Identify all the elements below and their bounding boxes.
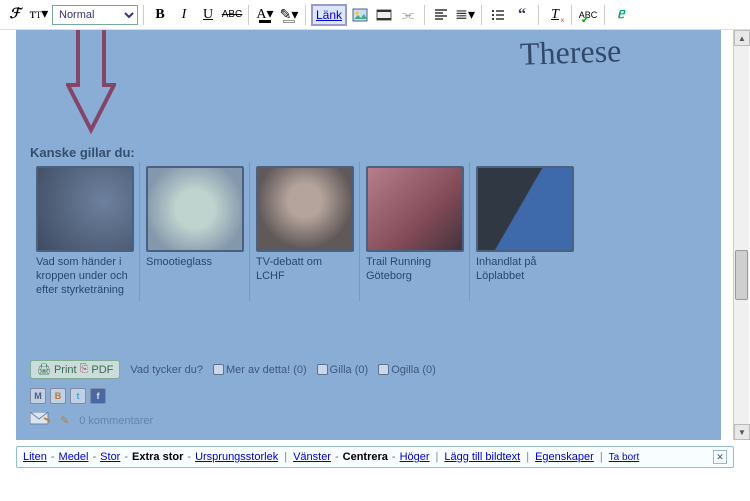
print-icon: 🖨 [37,363,51,376]
align-dropdown-icon[interactable]: ▾ [454,4,476,26]
signature-text: Therese [519,32,621,73]
print-pdf-button[interactable]: 🖨Print ⎘PDF [30,360,120,379]
bullet-list-icon[interactable] [487,4,509,26]
card-caption: Trail Running Göteborg [366,256,463,284]
editor-area[interactable]: Therese Kanske gillar du: Vad som händer… [0,30,738,440]
feedback-label: Vad tycker du? [130,364,203,376]
feedback-like-option[interactable]: Gilla (0) [317,364,369,376]
card-thumbnail [146,166,244,252]
card-caption: Inhandlat på Löplabbet [476,256,574,284]
recommendation-card[interactable]: Inhandlat på Löplabbet [470,162,580,301]
card-caption: Vad som händer i kroppen under och efter… [36,256,133,297]
editor-toolbar: ℱ тT▾ Normal B I U ABC A▾ ✎▾ Länk ⫘ ▾ “ … [0,0,750,30]
size-original-link[interactable]: Ursprungsstorlek [195,451,278,463]
size-medium-link[interactable]: Medel [59,451,89,463]
recommendations-row: Vad som händer i kroppen under och efter… [30,162,580,301]
facebook-share-icon[interactable]: f [90,388,106,404]
align-left-icon[interactable] [430,4,452,26]
close-icon[interactable]: ✕ [713,450,727,464]
card-thumbnail [256,166,354,252]
social-share-row: M B t f [30,388,106,404]
pdf-icon: ⎘ [80,363,89,376]
twitter-share-icon[interactable]: t [70,388,86,404]
checkbox-icon [317,364,328,375]
recommendation-card[interactable]: Smootieglass [140,162,250,301]
card-caption: TV-debatt om LCHF [256,256,353,284]
spellcheck-icon[interactable]: ABC✔ [577,4,599,26]
vertical-scrollbar[interactable]: ▲ ▼ [733,30,749,440]
redo-icon[interactable]: ᥱ [610,4,632,26]
blogger-share-icon[interactable]: B [50,388,66,404]
bold-icon[interactable]: B [149,4,171,26]
size-small-link[interactable]: Liten [23,451,47,463]
feedback-dislike-option[interactable]: Ogilla (0) [378,364,436,376]
card-thumbnail [36,166,134,252]
card-thumbnail [476,166,574,252]
font-family-icon[interactable]: ℱ [4,4,26,26]
scroll-up-icon[interactable]: ▲ [734,30,750,46]
recommendations-title: Kanske gillar du: [30,145,135,160]
font-size-icon[interactable]: тT▾ [28,4,50,26]
video-icon[interactable] [373,4,395,26]
edit-post-icon[interactable]: ✎ [60,414,69,427]
align-left-link[interactable]: Vänster [293,451,331,463]
link-button[interactable]: Länk [311,4,347,26]
card-thumbnail [366,166,464,252]
feedback-more-option[interactable]: Mer av detta! (0) [213,364,307,376]
recommendation-card[interactable]: Vad som händer i kroppen under och efter… [30,162,140,301]
size-large-link[interactable]: Stor [100,451,120,463]
recommendation-card[interactable]: TV-debatt om LCHF [250,162,360,301]
add-caption-link[interactable]: Lägg till bildtext [444,451,520,463]
remove-link[interactable]: Ta bort [609,452,640,463]
comments-count[interactable]: 0 kommentarer [79,415,153,427]
blockquote-icon[interactable]: “ [511,4,533,26]
align-center-current[interactable]: Centrera [343,451,388,463]
checkbox-icon [378,364,389,375]
scroll-thumb[interactable] [735,250,748,300]
paragraph-format-select[interactable]: Normal [52,5,138,25]
align-right-link[interactable]: Höger [400,451,430,463]
break-link-icon[interactable]: ⫘ [397,4,419,26]
scroll-down-icon[interactable]: ▼ [734,424,750,440]
down-arrow-graphic [66,30,116,140]
properties-link[interactable]: Egenskaper [535,451,594,463]
recommendation-card[interactable]: Trail Running Göteborg [360,162,470,301]
clear-format-icon[interactable]: T× [544,4,566,26]
mail-share-icon[interactable]: M [30,388,46,404]
checkbox-icon [213,364,224,375]
card-caption: Smootieglass [146,256,243,270]
image-selection-toolbar: Liten- Medel- Stor- Extra stor- Ursprung… [16,446,734,468]
italic-icon[interactable]: I [173,4,195,26]
highlight-color-icon[interactable]: ✎▾ [278,4,300,26]
image-icon[interactable] [349,4,371,26]
content-canvas[interactable]: Therese Kanske gillar du: Vad som händer… [16,30,721,440]
text-color-icon[interactable]: A▾ [254,4,276,26]
underline-icon[interactable]: U [197,4,219,26]
email-post-icon[interactable] [30,412,50,429]
size-xlarge-current[interactable]: Extra stor [132,451,183,463]
strikethrough-icon[interactable]: ABC [221,4,243,26]
